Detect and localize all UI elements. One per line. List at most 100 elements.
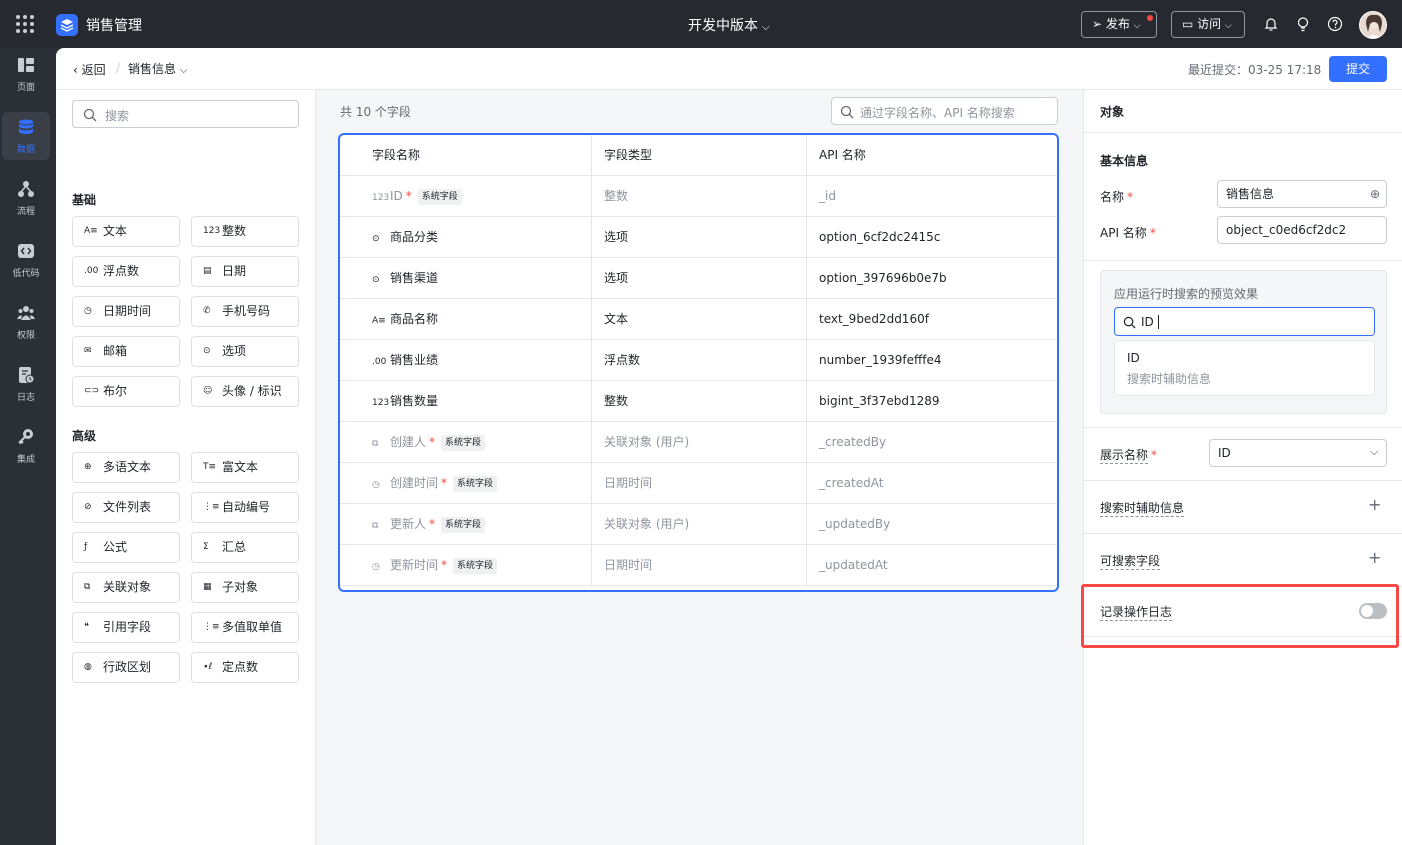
- field-chip-label: 文件列表: [103, 500, 152, 514]
- cell-field-type: 文本: [592, 299, 807, 340]
- field-search-input[interactable]: 通过字段名称、API 名称搜索: [831, 97, 1058, 125]
- submit-button[interactable]: 提交: [1329, 56, 1387, 82]
- last-submit-time: 最近提交：03-25 17:18: [1188, 63, 1322, 77]
- panel-title: 对象: [1100, 105, 1125, 119]
- preview-result-item[interactable]: ID 搜索时辅助信息: [1114, 340, 1375, 396]
- field-chip[interactable]: ⧉ 关联对象: [72, 572, 180, 603]
- display-name-label: 展示名称 *: [1100, 448, 1158, 464]
- nav-item-lowcode[interactable]: 低代码: [2, 236, 50, 284]
- nav-item-data[interactable]: 数据: [2, 112, 50, 160]
- api-name-input[interactable]: object_c0ed6cf2dc2: [1217, 216, 1387, 244]
- preview-title: 应用运行时搜索的预览效果: [1114, 287, 1259, 301]
- field-chip[interactable]: ⊘ 文件列表: [72, 492, 180, 523]
- email-icon: ✉: [84, 346, 92, 356]
- table-row[interactable]: .00 销售业绩 浮点数 number_1939fefffe4: [340, 340, 1057, 381]
- field-chip[interactable]: ⊙ 选项: [191, 336, 299, 367]
- field-chip[interactable]: ❝ 引用字段: [72, 612, 180, 643]
- table-row[interactable]: ◷ 创建时间 * 系统字段 日期时间 _createdAt: [340, 463, 1057, 504]
- field-chip[interactable]: ▤ 日期: [191, 256, 299, 287]
- preview-search-input[interactable]: ID: [1114, 307, 1375, 336]
- table-row[interactable]: ◷ 更新时间 * 系统字段 日期时间 _updatedAt: [340, 545, 1057, 586]
- nav-item-integration[interactable]: 集成: [2, 422, 50, 470]
- system-field-tag: 系统字段: [417, 188, 462, 205]
- field-type-icon: ⧉: [372, 521, 379, 531]
- table-row[interactable]: A≡ 商品名称 文本 text_9bed2dd160f: [340, 299, 1057, 340]
- nav-label: 数据: [16, 145, 35, 155]
- cell-field-type: 日期时间: [592, 545, 807, 586]
- visit-label: 访问: [1197, 17, 1222, 31]
- back-button[interactable]: ‹ 返回: [73, 61, 106, 78]
- add-searchable-field-icon[interactable]: +: [1368, 548, 1381, 567]
- field-chip[interactable]: T≡ 富文本: [191, 452, 299, 483]
- field-name: 创建人: [390, 435, 427, 449]
- cell-field-name: 123销售数量: [340, 381, 592, 422]
- field-chip-label: 日期时间: [103, 304, 152, 318]
- cell-api-name: _createdAt: [819, 476, 884, 490]
- name-input[interactable]: 销售信息 ⊕: [1217, 180, 1387, 208]
- bell-icon[interactable]: [1263, 16, 1279, 32]
- field-chip[interactable]: ✆ 手机号码: [191, 296, 299, 327]
- help-icon[interactable]: [1327, 16, 1343, 32]
- field-chip[interactable]: ◍ 行政区划: [72, 652, 180, 683]
- system-field-tag: 系统字段: [453, 557, 498, 574]
- app-grid-icon[interactable]: [16, 15, 34, 33]
- field-chip-label: 邮箱: [103, 344, 128, 358]
- lightbulb-icon[interactable]: [1295, 16, 1311, 32]
- field-chip[interactable]: ☺ 头像 / 标识: [191, 376, 299, 407]
- field-chip-label: 行政区划: [103, 660, 152, 674]
- basic-info-title: 基本信息: [1100, 154, 1149, 168]
- nav-item-permission[interactable]: 权限: [2, 298, 50, 346]
- required-mark: *: [405, 189, 412, 203]
- field-chip[interactable]: ⋮≡ 多值取单值: [191, 612, 299, 643]
- avatar[interactable]: [1359, 11, 1387, 39]
- nav-label: 权限: [16, 331, 35, 341]
- field-chip[interactable]: ▦ 子对象: [191, 572, 299, 603]
- divider: [1084, 480, 1402, 481]
- visit-button[interactable]: ▭ 访问 ⌵: [1171, 11, 1245, 38]
- search-icon: [1123, 316, 1136, 329]
- palette-search-input[interactable]: 搜索: [72, 100, 299, 128]
- file-list-icon: ⊘: [84, 502, 92, 512]
- cell-field-type: 日期时间: [592, 463, 807, 504]
- api-name-value: object_c0ed6cf2dc2: [1226, 223, 1347, 237]
- field-type-icon: ⊙: [372, 275, 380, 285]
- table-row[interactable]: 123销售数量 整数 bigint_3f37ebd1289: [340, 381, 1057, 422]
- field-chip[interactable]: ⊂⊃ 布尔: [72, 376, 180, 407]
- field-chip[interactable]: 123 整数: [191, 216, 299, 247]
- field-chip[interactable]: ◷ 日期时间: [72, 296, 180, 327]
- field-chip[interactable]: .00 浮点数: [72, 256, 180, 287]
- field-chip[interactable]: A≡ 文本: [72, 216, 180, 247]
- advanced-section-title: 高级: [72, 429, 97, 443]
- globe-icon[interactable]: ⊕: [1370, 181, 1380, 207]
- cell-api-name: _createdBy: [819, 435, 887, 449]
- breadcrumb-current[interactable]: 销售信息 ⌵: [128, 60, 187, 77]
- field-chip[interactable]: ⊕ 多语文本: [72, 452, 180, 483]
- table-row[interactable]: ⧉ 更新人 * 系统字段 关联对象 (用户) _updatedBy: [340, 504, 1057, 545]
- cell-field-type: 整数: [592, 381, 807, 422]
- search-icon: [840, 105, 854, 119]
- table-row[interactable]: 123ID * 系统字段 整数 _id: [340, 176, 1057, 217]
- nav-item-log[interactable]: 日志: [2, 360, 50, 408]
- table-row[interactable]: ⊙ 商品分类 选项 option_6cf2dc2415c: [340, 217, 1057, 258]
- add-search-aux-icon[interactable]: +: [1368, 495, 1381, 514]
- field-chip-label: 布尔: [103, 384, 128, 398]
- nav-item-page[interactable]: 页面: [2, 50, 50, 98]
- version-selector[interactable]: 开发中版本 ⌵: [688, 15, 770, 35]
- field-chip[interactable]: ƒ 公式: [72, 532, 180, 563]
- field-chip[interactable]: ⋮≡ 自动编号: [191, 492, 299, 523]
- nav-item-flow[interactable]: 流程: [2, 174, 50, 222]
- monitor-icon: ▭: [1182, 17, 1194, 31]
- table-row[interactable]: ⧉ 创建人 * 系统字段 关联对象 (用户) _createdBy: [340, 422, 1057, 463]
- publish-label: 发布: [1105, 17, 1130, 31]
- field-chip[interactable]: ✉ 邮箱: [72, 336, 180, 367]
- field-table-area: 共 10 个字段 通过字段名称、API 名称搜索 字段名称 字段类型 API 名…: [316, 90, 1083, 845]
- field-chip[interactable]: ∙ℓ 定点数: [191, 652, 299, 683]
- display-name-select[interactable]: ID ⌵: [1209, 439, 1387, 467]
- version-label: 开发中版本: [688, 18, 758, 34]
- table-row[interactable]: ⊙ 销售渠道 选项 option_397696b0e7b: [340, 258, 1057, 299]
- required-mark: *: [429, 517, 436, 531]
- text-icon: A≡: [84, 226, 98, 236]
- palette-search-placeholder: 搜索: [105, 109, 130, 123]
- field-chip[interactable]: Σ 汇总: [191, 532, 299, 563]
- publish-button[interactable]: ➢ 发布 ⌵: [1081, 11, 1157, 38]
